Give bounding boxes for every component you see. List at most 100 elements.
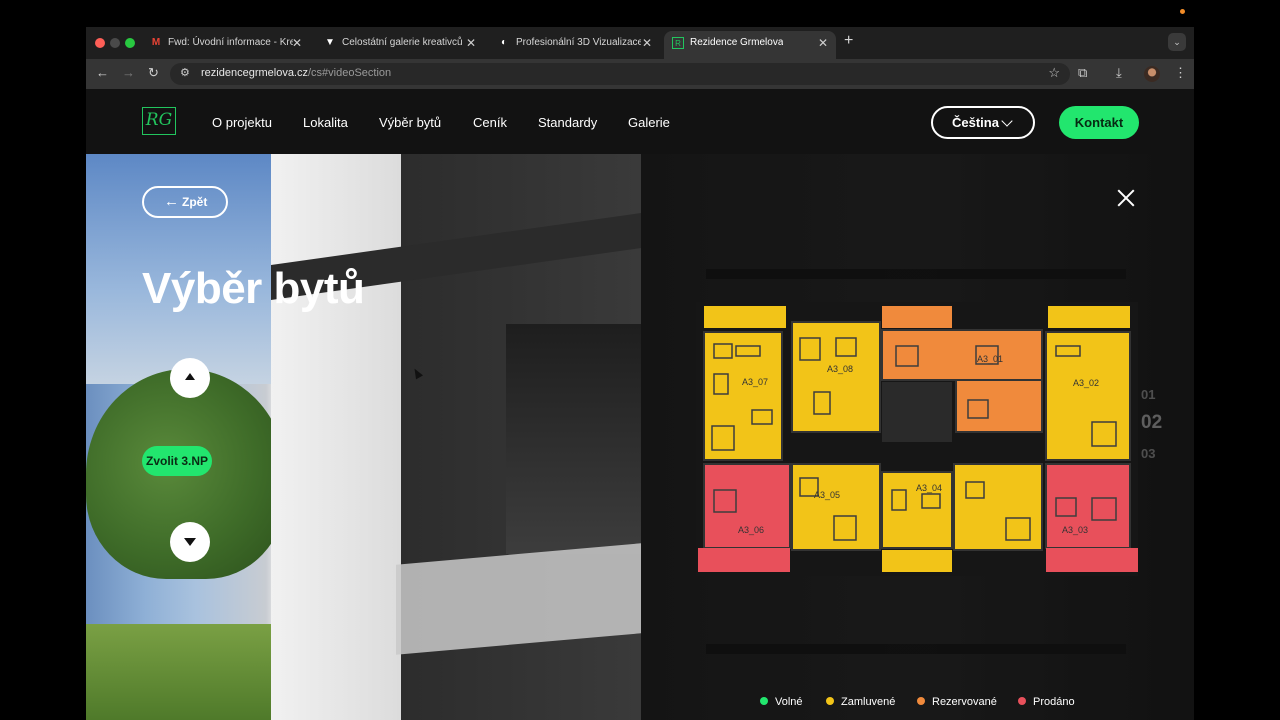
unit-label: A3_05 <box>814 490 841 500</box>
site-info-icon[interactable]: ⚙ <box>180 66 190 79</box>
site-header: RG O projektu Lokalita Výběr bytů Ceník … <box>86 89 1194 154</box>
nav-link-standardy[interactable]: Standardy <box>538 115 597 130</box>
unit-a3-07[interactable] <box>703 331 783 461</box>
bookmark-star-icon[interactable]: ☆ <box>1048 65 1060 81</box>
floor-down-button[interactable] <box>170 522 210 562</box>
unit-a3-03[interactable] <box>1045 463 1131 549</box>
nav-link-o-projektu[interactable]: O projektu <box>212 115 272 130</box>
status-dot-icon <box>760 697 768 705</box>
arrow-left-icon: ← <box>164 193 179 210</box>
back-arrow-icon[interactable]: ← <box>96 65 109 80</box>
status-dot-icon <box>917 697 925 705</box>
building-facade <box>271 154 401 720</box>
legend-item-rezervovane: Rezervované <box>917 695 997 709</box>
floor-index-01[interactable]: 01 <box>1141 387 1155 402</box>
balcony-a3-04 <box>882 550 952 572</box>
close-window-button[interactable] <box>95 38 105 48</box>
extensions-icon[interactable]: ⧉ <box>1078 65 1087 81</box>
close-tab-icon[interactable]: ✕ <box>818 31 828 55</box>
unit-label: A3_03 <box>1062 525 1089 535</box>
legend-label: Rezervované <box>932 696 997 708</box>
minimize-window-button[interactable] <box>110 38 120 48</box>
status-dot-icon <box>1018 697 1026 705</box>
contact-button[interactable]: Kontakt <box>1059 106 1139 139</box>
circle-logo-icon: ◐ <box>500 37 508 48</box>
legend-item-prodano: Prodáno <box>1018 695 1075 709</box>
url-path: /cs#videoSection <box>308 67 392 79</box>
address-bar[interactable]: ⚙ rezidencegrmelova.cz/cs#videoSection ☆ <box>170 63 1070 85</box>
browser-tab-active[interactable]: R Rezidence Grmelova ✕ <box>664 31 836 59</box>
select-floor-button[interactable]: Zvolit 3.NP <box>142 446 212 476</box>
triangle-down-icon <box>184 538 196 546</box>
balcony-a3-02 <box>1048 306 1130 328</box>
unit-a3-05[interactable] <box>791 463 881 551</box>
floor-index-02[interactable]: 02 <box>1141 412 1162 434</box>
tab-label: Profesionální 3D Vizualizace <box>516 37 641 48</box>
tab-label: Celostátní galerie kreativců <box>342 37 463 48</box>
recording-indicator <box>1180 9 1185 14</box>
nav-link-lokalita[interactable]: Lokalita <box>303 115 348 130</box>
page-title: Výběr bytů <box>142 264 365 313</box>
language-label: Čeština <box>952 115 999 130</box>
maximize-window-button[interactable] <box>125 38 135 48</box>
browser-window: M Fwd: Úvodní informace - Krea ✕ ▼ Celos… <box>86 27 1194 720</box>
browser-tab[interactable]: M Fwd: Úvodní informace - Krea ✕ <box>142 31 310 59</box>
unit-a3-02[interactable] <box>1045 331 1131 461</box>
url-domain: rezidencegrmelova.cz <box>201 67 308 79</box>
unit-label: A3_07 <box>742 377 769 387</box>
balcony-a3-03 <box>1046 548 1138 572</box>
url-text: rezidencegrmelova.cz/cs#videoSection <box>201 67 391 79</box>
site-logo[interactable]: RG <box>142 107 176 135</box>
reload-icon[interactable]: ↻ <box>148 65 159 81</box>
tab-strip: M Fwd: Úvodní informace - Krea ✕ ▼ Celos… <box>86 27 1194 59</box>
legend-label: Prodáno <box>1033 696 1075 708</box>
unit-label: A3_06 <box>738 525 765 535</box>
apartment-selector-hero: ← Zpět Výběr bytů Zvolit 3.NP 01 02 03 A… <box>86 154 1194 720</box>
nav-link-vyber-bytu[interactable]: Výběr bytů <box>379 115 441 130</box>
legend-item-zamluvene: Zamluvené <box>826 695 895 709</box>
unit-label: A3_02 <box>1073 378 1100 388</box>
floor-index-03[interactable]: 03 <box>1141 446 1155 461</box>
browser-tab[interactable]: ▼ Celostátní galerie kreativců ✕ <box>316 31 484 59</box>
rg-logo-icon: R <box>672 37 684 49</box>
unit-label: A3_08 <box>827 364 854 374</box>
legend-label: Zamluvené <box>841 696 896 708</box>
screen: M Fwd: Úvodní informace - Krea ✕ ▼ Celos… <box>0 0 1280 720</box>
web-page: RG O projektu Lokalita Výběr bytů Ceník … <box>86 89 1194 720</box>
browser-toolbar: ← → ↻ ⚙ rezidencegrmelova.cz/cs#videoSec… <box>86 59 1194 89</box>
status-dot-icon <box>826 697 834 705</box>
unit-label: A3_04 <box>916 483 943 493</box>
legend-label: Volné <box>775 696 803 708</box>
stair-core <box>882 382 952 442</box>
close-tab-icon[interactable]: ✕ <box>642 31 652 55</box>
grass-image <box>86 624 276 720</box>
tab-label: Rezidence Grmelova <box>690 37 784 48</box>
balcony-a3-06 <box>698 548 790 572</box>
balcony-a3-01 <box>882 306 952 328</box>
browser-tab[interactable]: ◐ Profesionální 3D Vizualizace ✕ <box>490 31 660 59</box>
unit-a3-01-lower[interactable] <box>955 379 1043 433</box>
language-select[interactable]: Čeština <box>931 106 1035 139</box>
unit-a3-06[interactable] <box>703 463 791 549</box>
floorplan: A3_07 A3_08 A3_01 A3_02 A3_06 A3_05 A3_0… <box>696 302 1138 576</box>
nav-link-galerie[interactable]: Galerie <box>628 115 670 130</box>
forward-arrow-icon[interactable]: → <box>122 65 135 80</box>
tab-search-icon[interactable]: ⌄ <box>1168 33 1186 51</box>
back-button[interactable]: ← Zpět <box>142 186 228 218</box>
close-icon[interactable] <box>1116 188 1136 208</box>
tab-label: Fwd: Úvodní informace - Krea <box>168 37 293 48</box>
unit-a3-01[interactable] <box>881 329 1043 381</box>
close-tab-icon[interactable]: ✕ <box>466 31 476 55</box>
more-menu-icon[interactable]: ⋮ <box>1174 65 1187 81</box>
gmail-icon: M <box>151 37 161 48</box>
unit-label: A3_01 <box>977 354 1004 364</box>
v-logo-icon: ▼ <box>325 37 335 48</box>
new-tab-icon[interactable]: + <box>844 32 853 50</box>
nav-link-cenik[interactable]: Ceník <box>473 115 507 130</box>
balcony-a3-07 <box>704 306 786 328</box>
download-icon[interactable]: ⤓ <box>1116 65 1122 81</box>
floor-up-button[interactable] <box>170 358 210 398</box>
close-tab-icon[interactable]: ✕ <box>292 31 302 55</box>
unit-a3-04-east[interactable] <box>953 463 1043 551</box>
profile-avatar[interactable] <box>1144 66 1160 82</box>
